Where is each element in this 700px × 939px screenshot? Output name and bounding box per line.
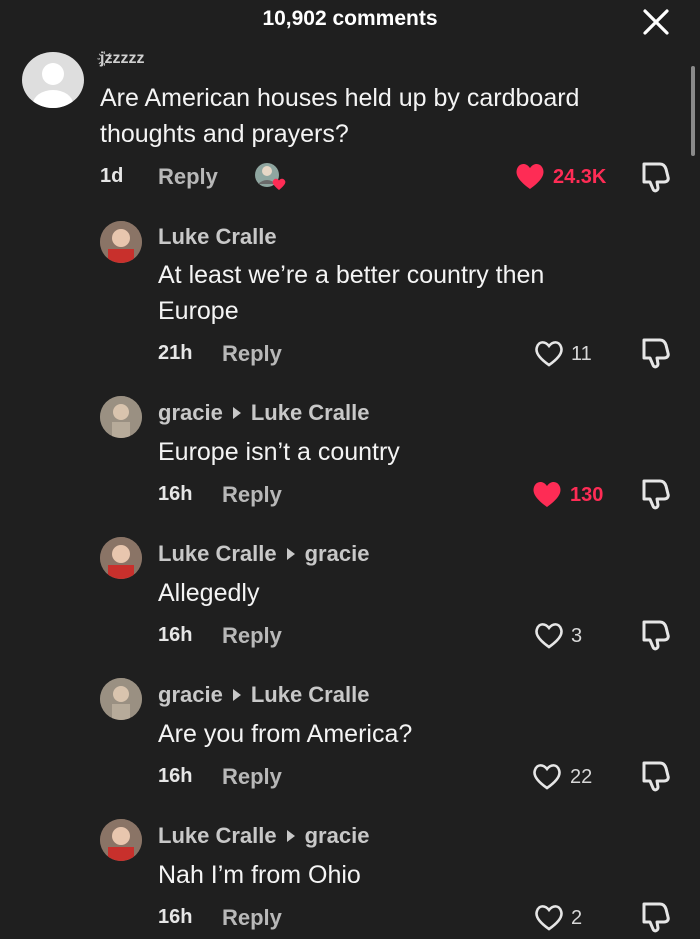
avatar[interactable]	[22, 52, 84, 108]
heart-icon[interactable]	[531, 479, 563, 509]
author-name[interactable]: Luke Cralle	[158, 224, 277, 249]
reply-item: Luke Cralle gracie Allegedly 16h Reply 3	[0, 533, 700, 663]
comment-time: 16h	[158, 624, 193, 646]
heart-outline-icon[interactable]	[533, 338, 565, 368]
comment-text: Are you from America?	[158, 720, 413, 748]
creator-liked-badge	[252, 160, 290, 194]
reply-item: Luke Cralle At least we’re a better coun…	[0, 215, 700, 375]
comment-time: 1d	[100, 165, 124, 187]
comment-item: j҉zzzzz Are American houses held up by c…	[0, 0, 700, 200]
reply-arrow-icon	[286, 548, 295, 561]
dislike-icon[interactable]	[638, 618, 672, 652]
comment-author[interactable]: Luke Cralle	[158, 224, 277, 250]
dislike-icon[interactable]	[638, 759, 672, 793]
comment-text: Are American houses held up by cardboard…	[100, 84, 580, 148]
heart-outline-icon[interactable]	[531, 761, 563, 791]
like-count: 3	[571, 625, 583, 647]
mention-name[interactable]: Luke Cralle	[251, 682, 370, 707]
comment-author[interactable]: gracie Luke Cralle	[158, 400, 369, 426]
like-count: 130	[570, 484, 604, 506]
dislike-icon[interactable]	[638, 900, 672, 934]
like-count: 2	[571, 907, 583, 929]
mention-name[interactable]: Luke Cralle	[251, 400, 370, 425]
avatar[interactable]	[100, 396, 142, 438]
comment-time: 16h	[158, 765, 193, 787]
comment-author[interactable]: Luke Cralle gracie	[158, 541, 369, 567]
heart-outline-icon[interactable]	[533, 620, 565, 650]
like-count: 11	[571, 343, 592, 365]
comment-text: Europe isn’t a country	[158, 438, 400, 466]
comment-text: At least we’re a better country then Eur…	[158, 261, 545, 325]
reply-arrow-icon	[232, 689, 241, 702]
comment-time: 21h	[158, 342, 193, 364]
reply-item: gracie Luke Cralle Europe isn’t a country…	[0, 392, 700, 522]
reply-button[interactable]: Reply	[158, 164, 218, 190]
dislike-icon[interactable]	[638, 160, 672, 194]
mention-name[interactable]: gracie	[305, 541, 370, 566]
comment-time: 16h	[158, 483, 193, 505]
avatar[interactable]	[100, 678, 142, 720]
avatar[interactable]	[100, 221, 142, 263]
reply-arrow-icon	[232, 407, 241, 420]
reply-button[interactable]: Reply	[222, 482, 282, 508]
comment-author[interactable]: j҉zzzzz	[100, 50, 144, 68]
reply-button[interactable]: Reply	[222, 623, 282, 649]
avatar[interactable]	[100, 819, 142, 861]
reply-button[interactable]: Reply	[222, 905, 282, 931]
dislike-icon[interactable]	[638, 336, 672, 370]
comment-text: Nah I’m from Ohio	[158, 861, 361, 889]
reply-item: Luke Cralle gracie Nah I’m from Ohio 16h …	[0, 815, 700, 938]
dislike-icon[interactable]	[638, 477, 672, 511]
reply-button[interactable]: Reply	[222, 341, 282, 367]
avatar[interactable]	[100, 537, 142, 579]
author-name[interactable]: gracie	[158, 400, 223, 425]
comment-author[interactable]: gracie Luke Cralle	[158, 682, 369, 708]
like-count: 24.3K	[553, 166, 607, 188]
mention-name[interactable]: gracie	[305, 823, 370, 848]
author-name[interactable]: gracie	[158, 682, 223, 707]
author-name[interactable]: Luke Cralle	[158, 823, 277, 848]
heart-icon[interactable]	[514, 161, 546, 191]
heart-outline-icon[interactable]	[533, 902, 565, 932]
comment-time: 16h	[158, 906, 193, 928]
comment-text: Allegedly	[158, 579, 260, 607]
reply-button[interactable]: Reply	[222, 764, 282, 790]
author-name[interactable]: Luke Cralle	[158, 541, 277, 566]
reply-arrow-icon	[286, 830, 295, 843]
comment-author[interactable]: Luke Cralle gracie	[158, 823, 369, 849]
reply-item: gracie Luke Cralle Are you from America? …	[0, 674, 700, 804]
like-count: 22	[570, 766, 593, 788]
